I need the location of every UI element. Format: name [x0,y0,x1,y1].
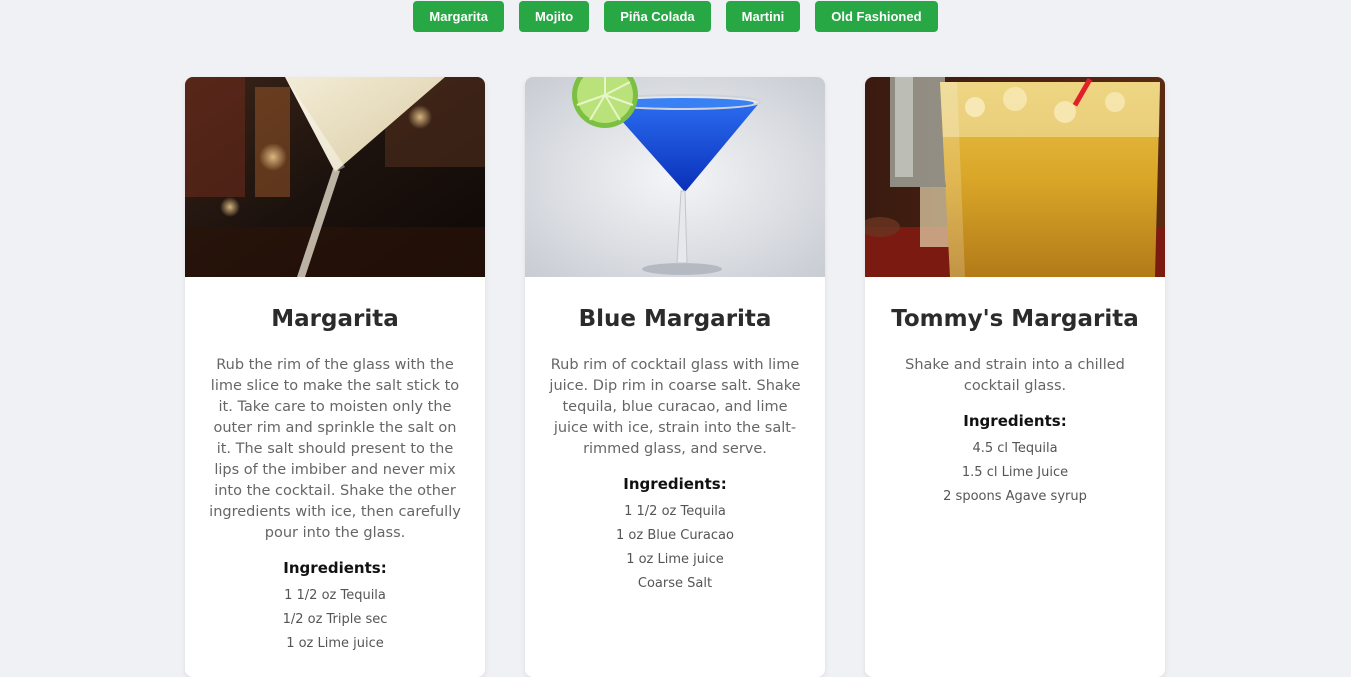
ingredient-item: Coarse Salt [637,576,713,591]
cocktail-photo [185,77,485,277]
filter-button-martini[interactable]: Martini [725,1,801,32]
ingredient-item: 2 spoons Agave syrup [943,489,1087,504]
filter-button-margarita[interactable]: Margarita [413,1,504,32]
cocktail-photo [525,77,825,277]
ingredient-item: 1 oz Blue Curacao [616,528,734,543]
cocktail-card-grid: Margarita Rub the rim of the glass with … [185,77,1165,677]
ingredient-item: 1 1/2 oz Tequila [624,504,726,519]
card-title: Margarita [271,306,399,332]
cocktail-card: Margarita Rub the rim of the glass with … [185,77,485,677]
cocktail-card: Tommy's Margarita Shake and strain into … [865,77,1165,677]
ingredients-heading: Ingredients: [963,412,1067,430]
ingredients-heading: Ingredients: [283,559,387,577]
cocktail-photo [865,77,1165,277]
ingredient-item: 4.5 cl Tequila [972,441,1058,456]
cocktail-filter-bar: Margarita Mojito Piña Colada Martini Old… [0,1,1351,32]
filter-button-pina-colada[interactable]: Piña Colada [604,1,711,32]
ingredient-item: 1 oz Lime juice [626,552,724,567]
filter-button-mojito[interactable]: Mojito [518,1,590,32]
card-instructions: Shake and strain into a chilled cocktail… [905,357,1125,394]
ingredients-list: 1 1/2 oz Tequila 1 oz Blue Curacao 1 oz … [547,500,803,596]
ingredient-item: 1 1/2 oz Tequila [284,588,386,603]
cocktail-card: Blue Margarita Rub rim of cocktail glass… [525,77,825,677]
ingredients-list: 1 1/2 oz Tequila 1/2 oz Triple sec 1 oz … [207,584,463,656]
card-instructions: Rub the rim of the glass with the lime s… [209,357,461,541]
card-title: Blue Margarita [578,306,772,332]
card-instructions: Rub rim of cocktail glass with lime juic… [549,357,801,457]
ingredients-heading: Ingredients: [623,475,727,493]
ingredients-list: 4.5 cl Tequila 1.5 cl Lime Juice 2 spoon… [887,437,1143,509]
ingredient-item: 1/2 oz Triple sec [282,612,388,627]
ingredient-item: 1.5 cl Lime Juice [961,465,1069,480]
filter-button-old-fashioned[interactable]: Old Fashioned [815,1,938,32]
card-title: Tommy's Margarita [891,306,1139,332]
